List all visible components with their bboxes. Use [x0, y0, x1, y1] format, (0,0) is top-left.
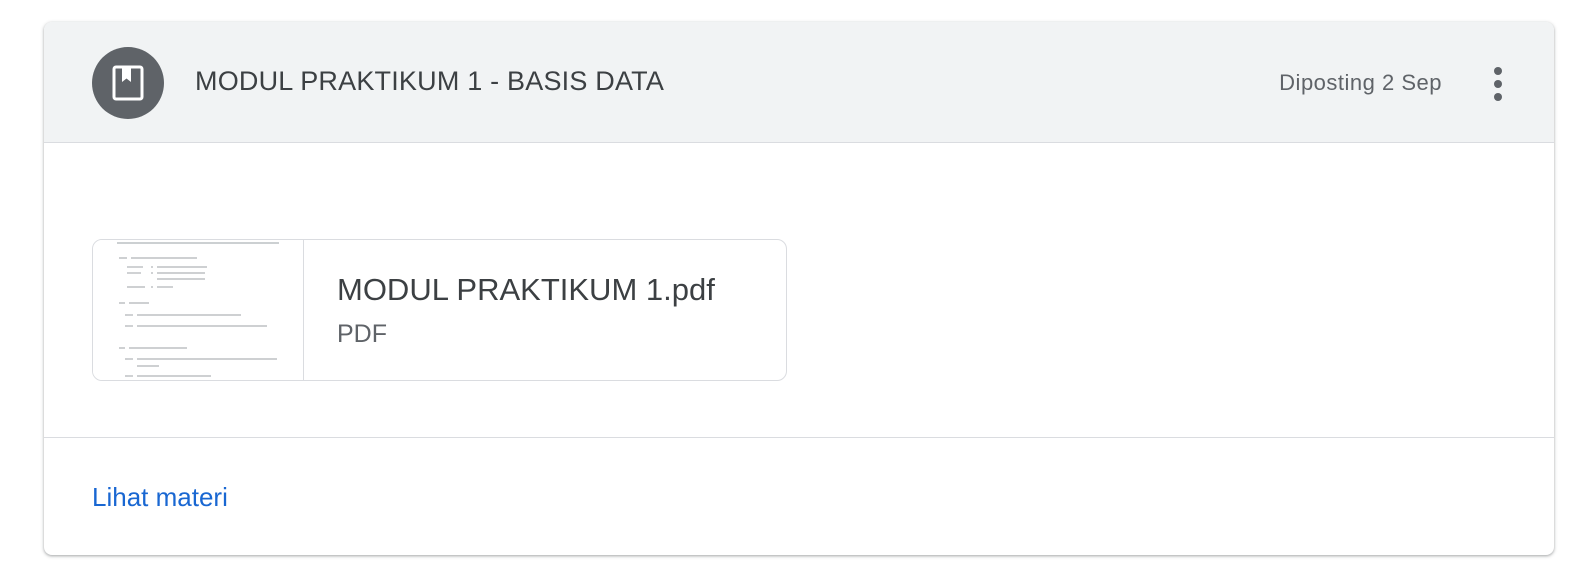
material-card-header[interactable]: MODUL PRAKTIKUM 1 - BASIS DATA Diposting… [44, 22, 1554, 143]
more-options-button[interactable] [1474, 62, 1522, 106]
attachment-file-name[interactable]: MODUL PRAKTIKUM 1.pdf [337, 272, 715, 308]
view-material-link[interactable]: Lihat materi [92, 482, 228, 513]
material-card-footer: Lihat materi [44, 437, 1554, 555]
material-avatar [92, 47, 164, 119]
attachment-file-type: PDF [337, 320, 387, 348]
posted-date: Diposting 2 Sep [1279, 70, 1442, 95]
bookmark-icon [112, 65, 144, 101]
material-title: MODUL PRAKTIKUM 1 - BASIS DATA [195, 66, 665, 96]
material-card: MODUL PRAKTIKUM 1 - BASIS DATA Diposting… [44, 22, 1554, 555]
material-card-body: MODUL PRAKTIKUM 1.pdf PDF [44, 143, 1554, 438]
pdf-thumbnail[interactable] [93, 240, 304, 380]
pdf-page-preview [117, 242, 279, 377]
more-vert-icon [1494, 67, 1502, 101]
attachment-card[interactable]: MODUL PRAKTIKUM 1.pdf PDF [92, 239, 787, 381]
